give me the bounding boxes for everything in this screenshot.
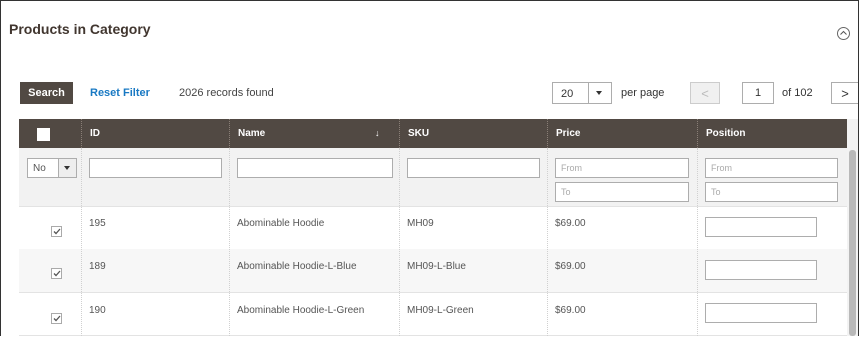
- row-name: Abominable Hoodie: [237, 218, 325, 229]
- header-id[interactable]: ID: [81, 119, 229, 148]
- sort-arrow-icon: ↓: [375, 128, 380, 138]
- row-name: Abominable Hoodie-L-Blue: [237, 261, 357, 272]
- id-filter-input[interactable]: [89, 158, 222, 178]
- price-to-input[interactable]: To: [555, 182, 689, 202]
- position-to-input[interactable]: To: [705, 182, 838, 202]
- collapse-toggle-icon[interactable]: [837, 27, 850, 40]
- row-name: Abominable Hoodie-L-Green: [237, 305, 365, 316]
- total-pages-label: of 102: [782, 87, 813, 99]
- column-divider: [229, 148, 230, 336]
- in-category-filter-value: No: [33, 163, 46, 174]
- row-sku: MH09: [407, 218, 434, 229]
- row-price: $69.00: [555, 305, 586, 316]
- per-page-label: per page: [621, 87, 665, 99]
- column-divider: [697, 148, 698, 336]
- header-select-all-cell: [19, 119, 81, 148]
- sku-filter-input[interactable]: [407, 158, 540, 178]
- row-sku: MH09-L-Blue: [407, 261, 466, 272]
- header-position[interactable]: Position: [697, 119, 847, 148]
- row-position-input[interactable]: [705, 303, 817, 323]
- header-name-label: Name: [238, 128, 266, 139]
- chevron-down-icon[interactable]: [58, 159, 76, 177]
- position-from-input[interactable]: From: [705, 158, 838, 178]
- panel-title: Products in Category: [9, 21, 151, 37]
- row-price: $69.00: [555, 218, 586, 229]
- header-name[interactable]: Name ↓: [229, 119, 399, 148]
- column-divider: [81, 148, 82, 336]
- next-page-button[interactable]: >: [831, 82, 858, 104]
- row-sku: MH09-L-Green: [407, 305, 474, 316]
- products-in-category-panel: Products in Category Search Reset Filter…: [0, 0, 859, 336]
- in-category-filter-select[interactable]: No: [27, 158, 77, 178]
- reset-filter-link[interactable]: Reset Filter: [90, 87, 150, 99]
- row-position-input[interactable]: [705, 260, 817, 280]
- per-page-select[interactable]: 20: [552, 82, 612, 104]
- select-all-checkbox[interactable]: [37, 128, 50, 141]
- header-price[interactable]: Price: [547, 119, 697, 148]
- row-checkbox[interactable]: [51, 226, 62, 237]
- current-page-input[interactable]: 1: [742, 82, 774, 104]
- records-found-count: 2026 records found: [179, 87, 274, 99]
- header-sku[interactable]: SKU: [399, 119, 547, 148]
- row-checkbox[interactable]: [51, 313, 62, 324]
- row-id: 190: [89, 305, 106, 316]
- column-divider: [399, 148, 400, 336]
- vertical-scrollbar[interactable]: [847, 119, 858, 336]
- table-header: ID Name ↓ SKU Price Position: [19, 119, 847, 148]
- row-id: 195: [89, 218, 106, 229]
- name-filter-input[interactable]: [237, 158, 393, 178]
- row-price: $69.00: [555, 261, 586, 272]
- price-from-input[interactable]: From: [555, 158, 689, 178]
- column-divider: [547, 148, 548, 336]
- scrollbar-thumb[interactable]: [849, 150, 856, 336]
- per-page-value: 20: [561, 88, 574, 100]
- row-checkbox[interactable]: [51, 268, 62, 279]
- previous-page-button[interactable]: <: [690, 82, 720, 104]
- chevron-down-icon[interactable]: [588, 83, 611, 103]
- row-position-input[interactable]: [705, 217, 817, 237]
- row-id: 189: [89, 261, 106, 272]
- search-button[interactable]: Search: [20, 82, 73, 104]
